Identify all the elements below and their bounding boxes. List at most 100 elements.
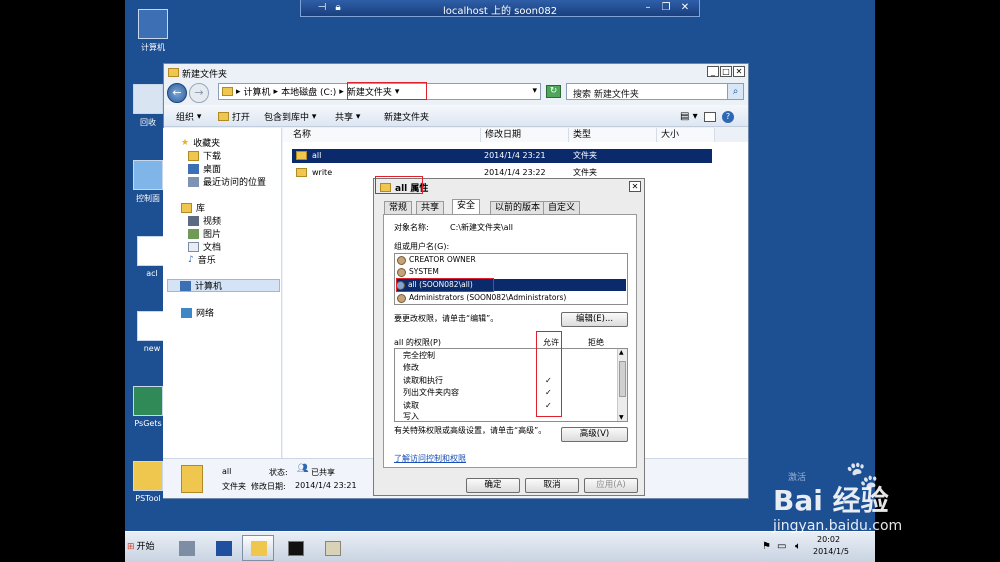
- search-input[interactable]: 搜索 新建文件夹 ⌕: [566, 83, 744, 100]
- access-control-link[interactable]: 了解访问控制和权限: [394, 453, 466, 464]
- maximize-button[interactable]: □: [720, 66, 732, 77]
- folder-large-icon: [181, 465, 203, 493]
- nav-pictures[interactable]: 图片: [188, 227, 221, 240]
- permission-row: 读取和执行 ✓: [403, 376, 552, 385]
- user-group-icon: [397, 293, 406, 303]
- cancel-button[interactable]: 取消: [525, 478, 579, 493]
- nav-downloads[interactable]: 下载: [188, 149, 221, 162]
- computer-icon: [138, 9, 168, 39]
- nav-documents[interactable]: 文档: [188, 240, 221, 253]
- window-title: 新建文件夹: [182, 70, 228, 80]
- desktop-icon-computer[interactable]: 计算机: [125, 9, 181, 53]
- forward-button[interactable]: →: [189, 83, 209, 103]
- document-library-icon: [188, 241, 199, 252]
- back-button[interactable]: ←: [167, 83, 187, 103]
- chevron-down-icon[interactable]: ▾: [532, 86, 537, 96]
- server-manager-icon: [179, 541, 195, 556]
- new-folder-button[interactable]: 新建文件夹: [384, 108, 429, 125]
- column-size[interactable]: 大小: [657, 128, 715, 142]
- folder-icon: [133, 461, 163, 491]
- network-icon: [181, 307, 192, 318]
- nav-network[interactable]: 网络: [181, 306, 214, 319]
- nav-recent[interactable]: 最近访问的位置: [188, 175, 266, 188]
- user-creator-owner[interactable]: CREATOR OWNER: [397, 254, 476, 266]
- breadcrumb-drive[interactable]: 本地磁盘 (C:): [281, 85, 336, 98]
- rdp-connection-bar: ⊣ 🔒︎ localhost 上的 soon082 – ❐ ✕: [300, 0, 700, 17]
- highlight-dialog-title: [375, 176, 423, 194]
- nav-music[interactable]: ♪ 音乐: [188, 253, 216, 267]
- deny-column-header: 拒绝: [588, 338, 604, 347]
- start-button[interactable]: ⊞ 开始: [127, 537, 161, 557]
- user-administrators[interactable]: Administrators (SOON082\Administrators): [397, 292, 566, 304]
- tab-customize[interactable]: 自定义: [543, 201, 581, 215]
- edit-button[interactable]: 编辑(E)...: [561, 312, 628, 327]
- permission-row: 完全控制: [403, 351, 435, 360]
- view-options-icon[interactable]: ▤ ▾: [680, 108, 698, 125]
- user-group-icon: [397, 255, 406, 265]
- minimize-icon[interactable]: –: [641, 1, 655, 15]
- organize-button[interactable]: 组织 ▾: [176, 108, 201, 125]
- taskbar-powershell[interactable]: [207, 535, 239, 561]
- folder-open-icon: [218, 112, 229, 121]
- ok-button[interactable]: 确定: [466, 478, 520, 493]
- user-system[interactable]: SYSTEM: [397, 266, 439, 278]
- highlight-folder-breadcrumb: [347, 82, 427, 100]
- column-type[interactable]: 类型: [569, 128, 657, 142]
- share-button[interactable]: 共享 ▾: [335, 108, 360, 125]
- close-icon[interactable]: ✕: [678, 1, 692, 15]
- permission-row: 写入: [403, 412, 419, 421]
- include-library-button[interactable]: 包含到库中 ▾: [264, 108, 316, 125]
- folder-icon: [296, 151, 307, 160]
- rdp-title: localhost 上的 soon082: [442, 6, 558, 17]
- column-name[interactable]: 名称: [283, 128, 481, 142]
- command-bar: [164, 105, 748, 127]
- dialog-close-button[interactable]: ✕: [629, 181, 641, 192]
- breadcrumb-computer[interactable]: 计算机: [244, 85, 271, 98]
- command-prompt-icon: [288, 541, 304, 556]
- close-button[interactable]: ✕: [733, 66, 745, 77]
- file-row-all[interactable]: all 2014/1/4 23:21 文件夹: [292, 149, 712, 163]
- apply-button[interactable]: 应用(A): [584, 478, 638, 493]
- highlight-user-all: [396, 278, 494, 292]
- library-icon: [181, 202, 192, 213]
- help-icon[interactable]: ?: [722, 108, 734, 125]
- control-panel-icon: [133, 160, 163, 190]
- recycle-bin-icon: [133, 84, 163, 114]
- permission-row: 修改: [403, 363, 419, 372]
- preview-pane-icon[interactable]: [704, 108, 716, 125]
- open-button[interactable]: 打开: [218, 108, 250, 125]
- nav-desktop[interactable]: 桌面: [188, 162, 221, 175]
- download-folder-icon: [188, 150, 199, 161]
- taskbar-server-manager[interactable]: [170, 535, 202, 561]
- clock-date[interactable]: 2014/1/5: [813, 547, 849, 556]
- nav-libraries[interactable]: 库: [181, 201, 205, 214]
- folder-icon: [168, 68, 179, 77]
- permission-row: 列出文件夹内容 ✓: [403, 388, 552, 397]
- folder-icon: [222, 87, 233, 96]
- highlight-allow-column: [536, 331, 562, 417]
- advanced-button[interactable]: 高级(V): [561, 427, 628, 442]
- refresh-button[interactable]: ↻: [546, 85, 561, 98]
- column-date[interactable]: 修改日期: [481, 128, 569, 142]
- minimize-button[interactable]: _: [707, 66, 719, 77]
- nav-videos[interactable]: 视频: [188, 214, 221, 227]
- taskbar: ⊞ 开始 ⚑ ▭ 🔈︎ 20:02 2014/1/5: [125, 531, 875, 562]
- tab-sharing[interactable]: 共享: [416, 201, 445, 215]
- nav-favorites[interactable]: ★ 收藏夹: [181, 136, 220, 150]
- taskbar-explorer[interactable]: [242, 535, 274, 561]
- nav-computer[interactable]: 计算机: [167, 279, 280, 292]
- tab-general[interactable]: 常规: [384, 201, 413, 215]
- explorer-icon: [251, 541, 267, 556]
- windows-logo-icon: ⊞: [127, 542, 135, 552]
- search-icon[interactable]: ⌕: [727, 84, 743, 99]
- folder-icon: [296, 168, 307, 177]
- video-library-icon: [188, 215, 199, 226]
- recent-places-icon: [188, 176, 199, 187]
- star-icon: ★: [181, 137, 190, 148]
- user-group-icon: [397, 267, 406, 277]
- taskbar-app[interactable]: [316, 535, 348, 561]
- restore-icon[interactable]: ❐: [659, 1, 673, 15]
- tab-previous-versions[interactable]: 以前的版本: [490, 201, 546, 215]
- watermark: 激活 🐾︎ Bai 经验 jingyan.baidu.com: [773, 459, 903, 534]
- taskbar-cmd[interactable]: [279, 535, 311, 561]
